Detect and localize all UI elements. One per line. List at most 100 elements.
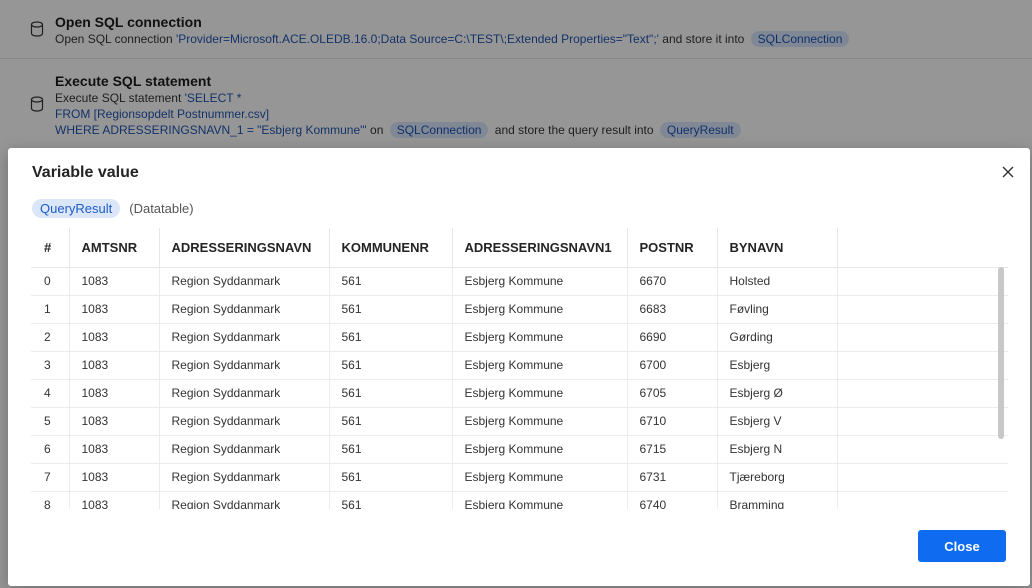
table-cell: Region Syddanmark bbox=[159, 435, 330, 464]
table-row[interactable]: 6 1083 Region Syddanmark 561 Esbjerg Kommune… bbox=[31, 435, 1008, 464]
table-row[interactable]: 7 1083 Region Syddanmark 561 Esbjerg Kommune… bbox=[31, 463, 1008, 492]
table-cell: Gørding bbox=[717, 323, 838, 352]
variable-value-dialog: Variable value QueryResult (Datatable) #… bbox=[8, 148, 1030, 586]
table-cell: 6710 bbox=[627, 407, 718, 436]
table-cell: Esbjerg N bbox=[717, 435, 838, 464]
column-header[interactable]: BYNAVN bbox=[717, 228, 838, 268]
datatable: # AMTSNR ADRESSERINGSNAVN KOMMUNENR ADRE… bbox=[31, 228, 1008, 509]
table-cell: 561 bbox=[329, 323, 453, 352]
table-cell: 6700 bbox=[627, 351, 718, 380]
table-cell: 1083 bbox=[69, 435, 160, 464]
column-header[interactable]: KOMMUNENR bbox=[329, 228, 453, 268]
table-cell: Holsted bbox=[717, 267, 838, 296]
empty-cell bbox=[837, 491, 1008, 509]
table-cell: 1083 bbox=[69, 463, 160, 492]
table-cell: 561 bbox=[329, 463, 453, 492]
table-cell: 1083 bbox=[69, 323, 160, 352]
table-cell: Esbjerg Kommune bbox=[452, 323, 628, 352]
table-cell: 1083 bbox=[69, 407, 160, 436]
row-index-cell: 4 bbox=[31, 379, 70, 408]
table-cell: Bramming bbox=[717, 491, 838, 509]
empty-cell bbox=[837, 351, 1008, 380]
close-button[interactable]: Close bbox=[918, 530, 1006, 562]
table-body: 0 1083 Region Syddanmark 561 Esbjerg Kommune… bbox=[31, 267, 1008, 509]
table-cell: Esbjerg Kommune bbox=[452, 435, 628, 464]
column-header[interactable]: ADRESSERINGSNAVN bbox=[159, 228, 330, 268]
table-cell: 561 bbox=[329, 491, 453, 509]
table-row[interactable]: 1 1083 Region Syddanmark 561 Esbjerg Kommune… bbox=[31, 295, 1008, 324]
table-cell: Tjæreborg bbox=[717, 463, 838, 492]
table-cell: 561 bbox=[329, 267, 453, 296]
table-cell: Region Syddanmark bbox=[159, 295, 330, 324]
datatable-grid[interactable]: # AMTSNR ADRESSERINGSNAVN KOMMUNENR ADRE… bbox=[31, 228, 1008, 509]
column-header[interactable]: ADRESSERINGSNAVN1 bbox=[452, 228, 628, 268]
table-cell: 1083 bbox=[69, 295, 160, 324]
empty-cell bbox=[837, 323, 1008, 352]
table-row[interactable]: 8 1083 Region Syddanmark 561 Esbjerg Kommune… bbox=[31, 491, 1008, 509]
empty-cell bbox=[837, 435, 1008, 464]
table-row[interactable]: 5 1083 Region Syddanmark 561 Esbjerg Kommune… bbox=[31, 407, 1008, 436]
table-cell: 1083 bbox=[69, 351, 160, 380]
table-row[interactable]: 2 1083 Region Syddanmark 561 Esbjerg Kommune… bbox=[31, 323, 1008, 352]
table-cell: Esbjerg Kommune bbox=[452, 295, 628, 324]
table-cell: Esbjerg bbox=[717, 351, 838, 380]
row-index-cell: 1 bbox=[31, 295, 70, 324]
empty-cell bbox=[837, 379, 1008, 408]
row-index-cell: 2 bbox=[31, 323, 70, 352]
table-cell: 561 bbox=[329, 379, 453, 408]
row-index-cell: 7 bbox=[31, 463, 70, 492]
dialog-title: Variable value bbox=[32, 164, 139, 181]
variable-name-pill: QueryResult bbox=[32, 199, 121, 218]
empty-cell bbox=[837, 267, 1008, 296]
table-cell: Region Syddanmark bbox=[159, 379, 330, 408]
table-cell: Esbjerg Kommune bbox=[452, 267, 628, 296]
table-cell: 561 bbox=[329, 295, 453, 324]
table-cell: Region Syddanmark bbox=[159, 491, 330, 509]
table-cell: Esbjerg Kommune bbox=[452, 463, 628, 492]
table-cell: 6705 bbox=[627, 379, 718, 408]
row-index-cell: 8 bbox=[31, 491, 70, 509]
table-cell: 1083 bbox=[69, 379, 160, 408]
table-row[interactable]: 4 1083 Region Syddanmark 561 Esbjerg Kommune… bbox=[31, 379, 1008, 408]
table-cell: 6731 bbox=[627, 463, 718, 492]
empty-cell bbox=[837, 295, 1008, 324]
row-index-cell: 3 bbox=[31, 351, 70, 380]
table-cell: 1083 bbox=[69, 491, 160, 509]
table-cell: 6690 bbox=[627, 323, 718, 352]
row-index-cell: 0 bbox=[31, 267, 70, 296]
column-header[interactable]: POSTNR bbox=[627, 228, 718, 268]
table-cell: Esbjerg Kommune bbox=[452, 379, 628, 408]
table-cell: Region Syddanmark bbox=[159, 351, 330, 380]
variable-type: (Datatable) bbox=[129, 201, 194, 216]
table-cell: Region Syddanmark bbox=[159, 323, 330, 352]
table-cell: Esbjerg Kommune bbox=[452, 491, 628, 509]
table-cell: Esbjerg Ø bbox=[717, 379, 838, 408]
table-cell: Region Syddanmark bbox=[159, 407, 330, 436]
empty-cell bbox=[837, 463, 1008, 492]
column-header[interactable]: # bbox=[31, 228, 70, 268]
table-cell: 6740 bbox=[627, 491, 718, 509]
table-cell: 6715 bbox=[627, 435, 718, 464]
variable-header: QueryResult (Datatable) bbox=[32, 199, 194, 218]
table-cell: 6683 bbox=[627, 295, 718, 324]
table-row[interactable]: 3 1083 Region Syddanmark 561 Esbjerg Kommune… bbox=[31, 351, 1008, 380]
table-cell: Esbjerg V bbox=[717, 407, 838, 436]
empty-column-header bbox=[837, 228, 1008, 268]
empty-cell bbox=[837, 407, 1008, 436]
row-index-cell: 6 bbox=[31, 435, 70, 464]
vertical-scrollbar[interactable] bbox=[998, 267, 1004, 439]
table-cell: Region Syddanmark bbox=[159, 463, 330, 492]
table-row[interactable]: 0 1083 Region Syddanmark 561 Esbjerg Kommune… bbox=[31, 267, 1008, 296]
table-cell: Esbjerg Kommune bbox=[452, 407, 628, 436]
table-cell: 561 bbox=[329, 351, 453, 380]
close-icon[interactable] bbox=[1000, 164, 1016, 180]
table-cell: 6670 bbox=[627, 267, 718, 296]
table-cell: 561 bbox=[329, 435, 453, 464]
table-cell: Føvling bbox=[717, 295, 838, 324]
header-row: # AMTSNR ADRESSERINGSNAVN KOMMUNENR ADRE… bbox=[31, 228, 1008, 268]
table-cell: 1083 bbox=[69, 267, 160, 296]
table-cell: Region Syddanmark bbox=[159, 267, 330, 296]
column-header[interactable]: AMTSNR bbox=[69, 228, 160, 268]
row-index-cell: 5 bbox=[31, 407, 70, 436]
table-cell: Esbjerg Kommune bbox=[452, 351, 628, 380]
